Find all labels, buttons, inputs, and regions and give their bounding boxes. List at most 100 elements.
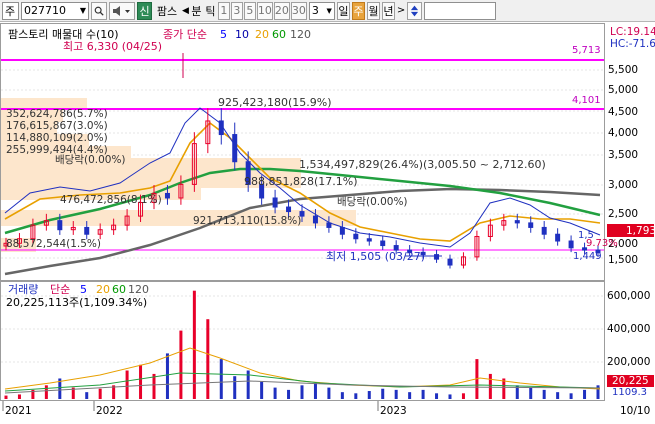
candle bbox=[218, 120, 224, 136]
x-axis-area bbox=[0, 401, 605, 421]
toolbar: 주 027710 ▼ 신 팜스 ◀ 분 틱 1 3 5 10 20 30 3 ▼… bbox=[0, 0, 655, 22]
market-label: 주 bbox=[5, 4, 16, 18]
candle bbox=[528, 222, 534, 228]
volume-legend-name: 거래량 bbox=[8, 283, 38, 296]
candle bbox=[312, 215, 318, 224]
stock-chart[interactable]: 팜스토리 매물대 수(10) 종가 단순 5 10 20 60 120 최고 6… bbox=[0, 23, 655, 421]
volume-bar bbox=[206, 319, 210, 399]
sort-icon[interactable] bbox=[407, 1, 423, 20]
volume-bar bbox=[421, 389, 425, 399]
candle bbox=[434, 254, 440, 260]
candle bbox=[353, 233, 359, 240]
candle bbox=[286, 206, 292, 213]
vol-ma60-legend: 60 bbox=[112, 283, 126, 296]
volume-bar bbox=[287, 389, 291, 399]
ma10-legend: 10 bbox=[235, 28, 249, 41]
stock-code-input[interactable]: 027710 ▼ bbox=[21, 1, 89, 20]
volume-bar bbox=[583, 389, 587, 399]
volume-bar bbox=[435, 393, 439, 399]
candle bbox=[555, 233, 561, 242]
volume-bar bbox=[367, 391, 371, 399]
volume-bar bbox=[125, 370, 129, 399]
small-label-2: 1,449 bbox=[573, 251, 602, 262]
candle bbox=[326, 222, 332, 228]
volume-y-axis: 600,000 400,000 200,000 bbox=[607, 290, 650, 368]
interval-5[interactable]: 5 bbox=[243, 1, 256, 20]
candle bbox=[164, 192, 170, 199]
interval-1[interactable]: 1 bbox=[217, 1, 230, 20]
candle bbox=[514, 220, 520, 224]
vp-label: 88,572,544(1.5%) bbox=[6, 238, 101, 250]
volume-bar bbox=[596, 385, 600, 399]
volume-bar bbox=[17, 394, 21, 399]
x-tick: 2022 bbox=[96, 405, 123, 417]
ma120-legend: 120 bbox=[290, 28, 311, 41]
volume-bar bbox=[98, 388, 102, 399]
ma60-legend: 60 bbox=[272, 28, 286, 41]
hc-label: HC:-71.6 bbox=[610, 38, 655, 50]
volume-bar bbox=[273, 387, 277, 399]
date-label: 10/10 bbox=[620, 405, 650, 417]
candle bbox=[57, 220, 63, 231]
last-volume-label: 20,225,113주(1,109.34%) bbox=[6, 296, 147, 309]
volume-bar bbox=[44, 385, 48, 399]
candle bbox=[366, 238, 372, 242]
high-label: 최고 6,330 (04/25) bbox=[63, 40, 162, 53]
y-tick: 3,000 bbox=[608, 179, 638, 191]
y-tick: 1,500 bbox=[608, 254, 638, 266]
vol-ma5-legend: 5 bbox=[80, 283, 87, 296]
current-volume: 20,225 bbox=[612, 375, 649, 387]
interval-3[interactable]: 3 bbox=[230, 1, 243, 20]
speaker-icon[interactable] bbox=[109, 1, 135, 20]
week-button[interactable]: 주 bbox=[351, 1, 365, 20]
y-tick: 4,500 bbox=[608, 106, 638, 118]
magenta-level-label: 925,423,180(15.9%) bbox=[218, 96, 332, 109]
vol-y-tick: 400,000 bbox=[607, 323, 650, 335]
search-icon[interactable] bbox=[91, 1, 107, 20]
chevron-down-icon[interactable]: ▼ bbox=[80, 6, 86, 15]
vol-ma120-legend: 120 bbox=[128, 283, 149, 296]
y-tick: 4,000 bbox=[608, 127, 638, 139]
x-tick: 2023 bbox=[380, 405, 407, 417]
stock-name: 팜스 bbox=[156, 4, 178, 18]
interval-10[interactable]: 10 bbox=[256, 1, 273, 20]
volume-bar bbox=[327, 387, 331, 399]
market-select[interactable]: 주 bbox=[2, 1, 19, 20]
interval-20[interactable]: 20 bbox=[273, 1, 290, 20]
tick-button[interactable]: 틱 bbox=[204, 2, 217, 20]
month-button[interactable]: 월 bbox=[366, 1, 380, 20]
next-arrow[interactable]: > bbox=[397, 5, 405, 16]
day-button[interactable]: 일 bbox=[336, 1, 350, 20]
interval-group: ◀ 분 틱 1 3 5 10 20 30 bbox=[182, 1, 307, 20]
candle bbox=[541, 226, 547, 235]
candle bbox=[232, 134, 238, 163]
chevron-down-icon[interactable]: ▼ bbox=[327, 7, 332, 15]
candle bbox=[272, 197, 278, 208]
vol-ma20-legend: 20 bbox=[96, 283, 110, 296]
count-input[interactable]: 3 ▼ bbox=[308, 1, 335, 20]
volume-bar bbox=[179, 330, 183, 399]
band-label: 1,534,497,829(26.4%)(3,005.50 ~ 2,712.60… bbox=[299, 158, 546, 171]
extra-input[interactable] bbox=[424, 1, 497, 20]
volume-bar bbox=[488, 373, 492, 399]
volume-bar bbox=[542, 389, 546, 399]
year-button[interactable]: 년 bbox=[381, 1, 395, 20]
level-5713-label: 5,713 bbox=[572, 45, 601, 56]
y-tick: 2,500 bbox=[608, 208, 638, 220]
y-tick: 5,500 bbox=[608, 64, 638, 76]
level-4101-label: 4,101 bbox=[572, 95, 601, 106]
prev-arrow[interactable]: ◀ bbox=[182, 6, 189, 16]
interval-30[interactable]: 30 bbox=[290, 1, 307, 20]
volume-bar bbox=[569, 393, 573, 399]
candle bbox=[84, 226, 90, 235]
new-button[interactable]: 신 bbox=[137, 1, 152, 20]
vp-label: 114,880,109(2.0%) bbox=[6, 132, 108, 144]
divide-button[interactable]: 분 bbox=[190, 2, 203, 20]
volume-bar bbox=[461, 393, 465, 399]
volume-bar bbox=[219, 359, 223, 399]
vp-label: 352,624,786(5.7%) bbox=[6, 108, 108, 120]
vp-label: 476,472,856(8.1%) bbox=[60, 194, 162, 206]
count-value: 3 bbox=[311, 4, 319, 17]
volume-bar bbox=[408, 392, 412, 399]
volume-bar bbox=[300, 385, 304, 399]
